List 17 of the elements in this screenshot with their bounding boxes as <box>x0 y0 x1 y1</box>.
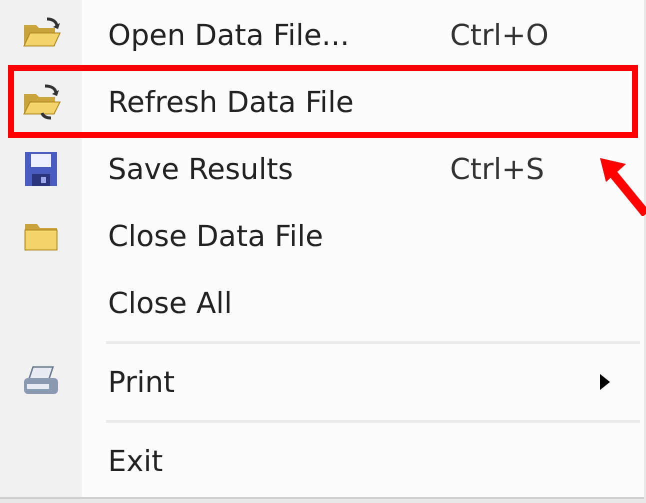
menu-label: Exit <box>107 444 164 478</box>
menu-item[interactable]: Close All <box>0 269 644 336</box>
menu-item[interactable]: Exit <box>0 427 644 494</box>
menu-label: Open Data File... <box>107 18 350 52</box>
menu-label: Close All <box>107 286 234 320</box>
menu-item[interactable]: Refresh Data File <box>0 68 644 135</box>
shortcut-text: Ctrl+S <box>450 152 546 186</box>
menu-label: Print <box>107 364 176 398</box>
menu-item[interactable]: Print <box>0 348 644 415</box>
menu-item[interactable]: Close Data File <box>0 202 644 269</box>
shortcut-text: Ctrl+O <box>450 18 550 52</box>
folder-refresh-icon <box>21 82 61 122</box>
menu-label: Save Results <box>107 152 294 186</box>
menu-item[interactable]: Save Results Ctrl+S <box>0 135 644 202</box>
menu-item[interactable]: Open Data File... Ctrl+O <box>0 1 644 68</box>
menu-label: Refresh Data File <box>107 84 355 118</box>
menu-label: Close Data File <box>107 218 324 252</box>
